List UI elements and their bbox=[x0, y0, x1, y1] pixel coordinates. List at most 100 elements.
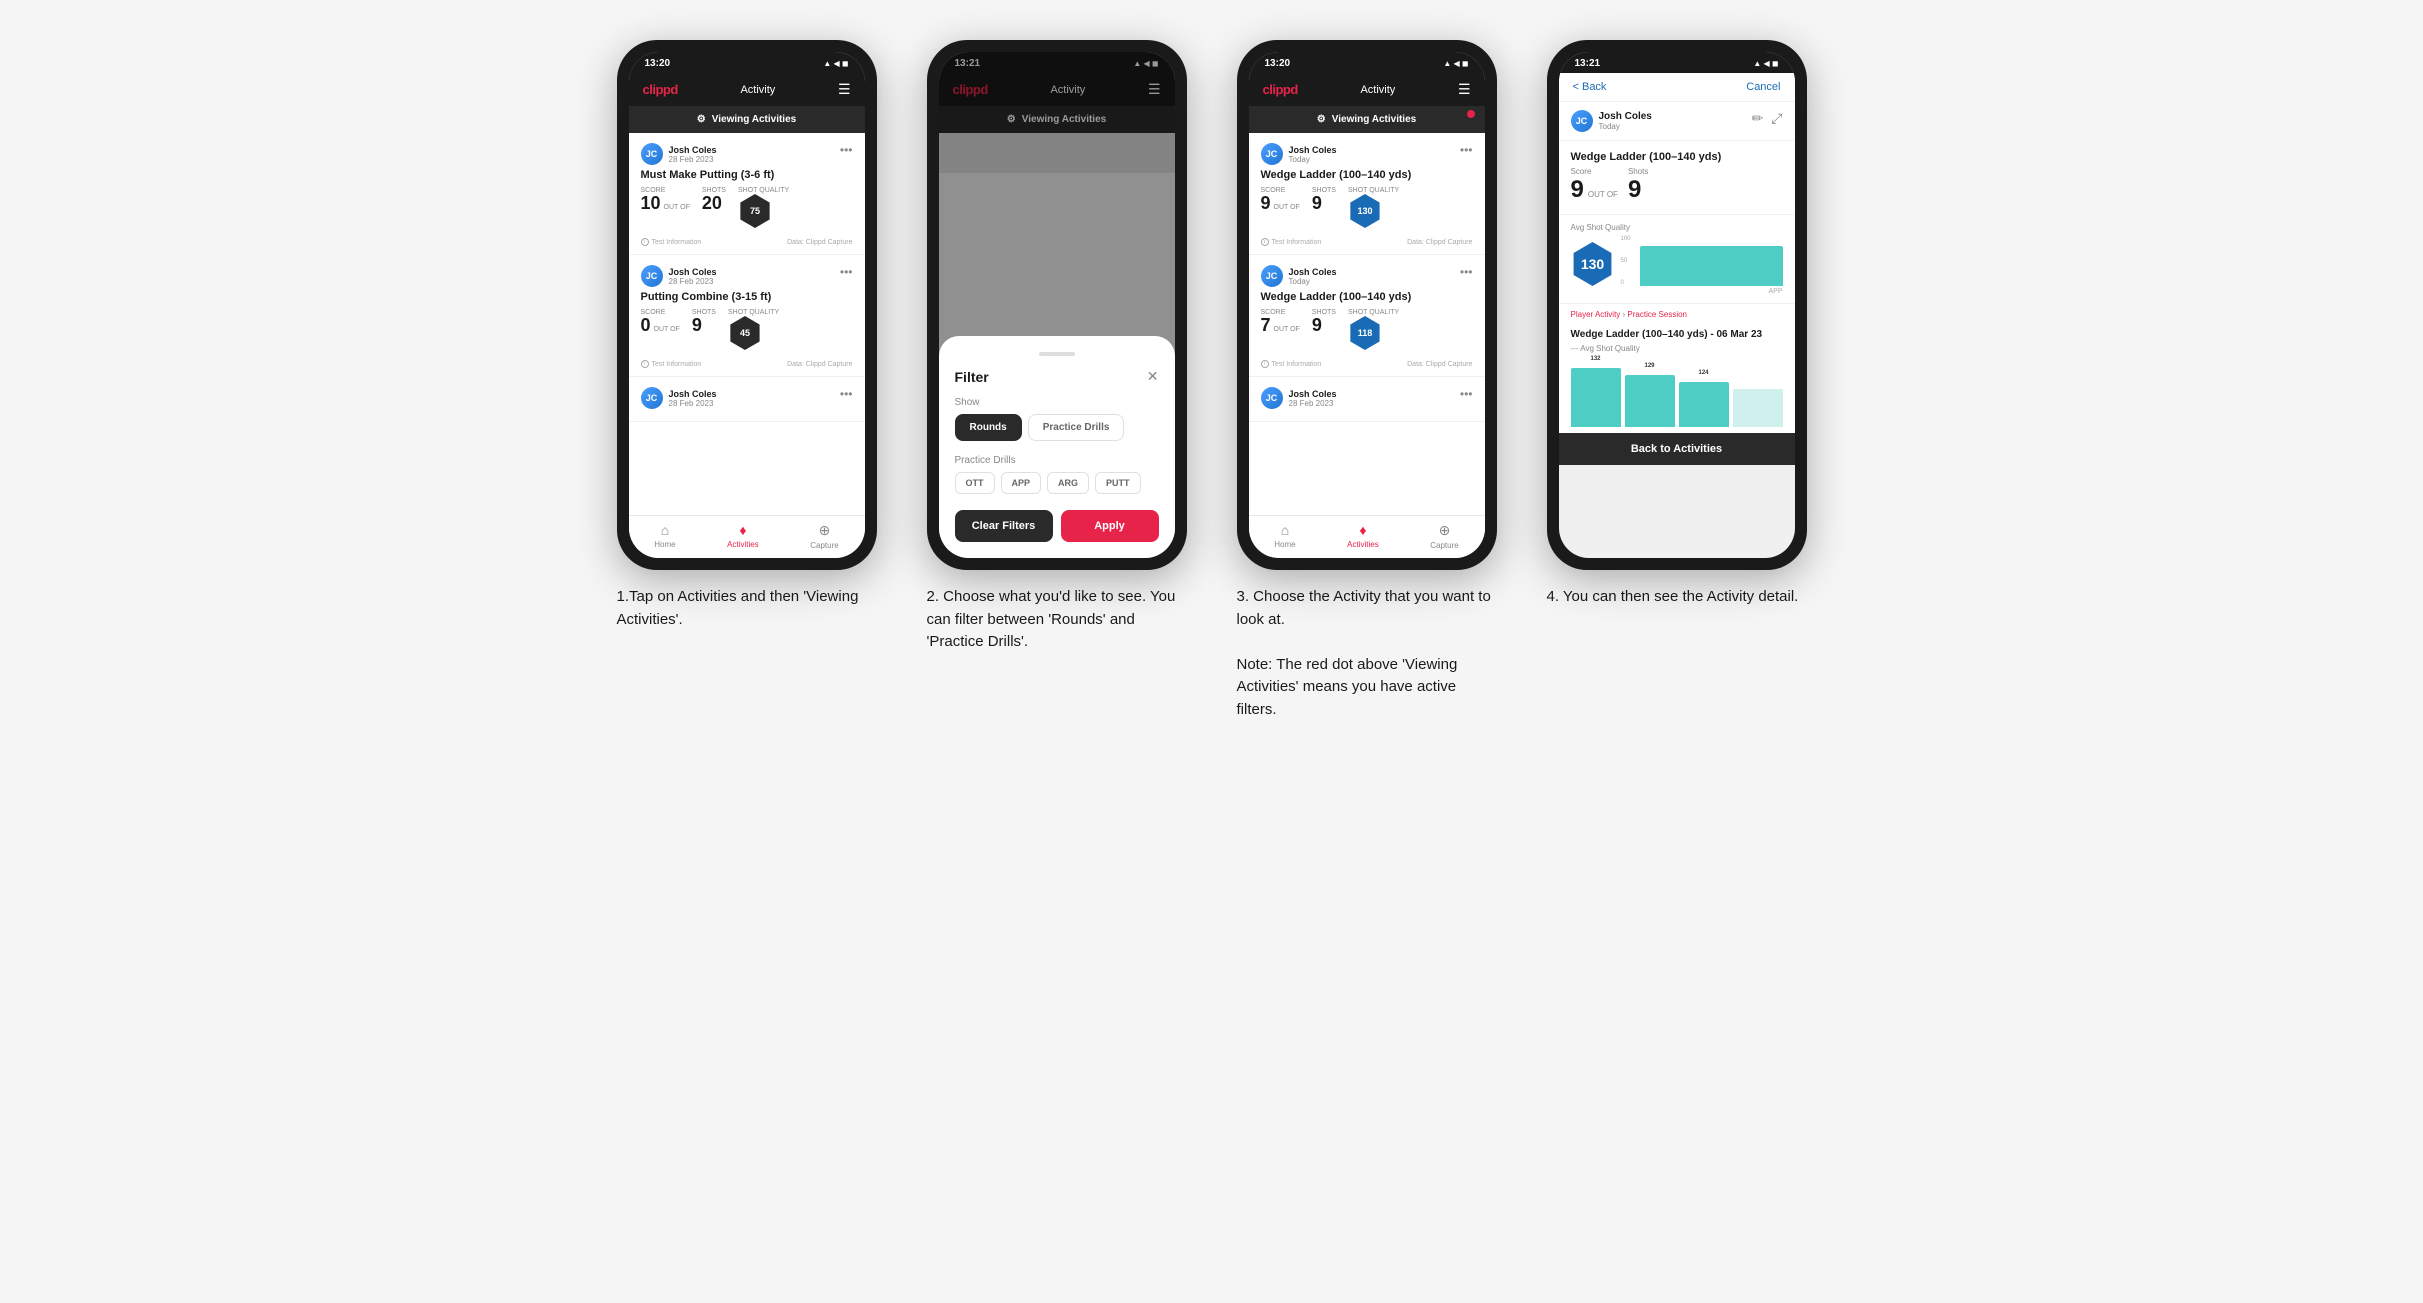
edit-icon-4[interactable]: ✏ bbox=[1752, 110, 1764, 127]
bar-chart-full-4: 132 129 124 bbox=[1571, 357, 1783, 427]
activity-card-1-2[interactable]: JC Josh Coles 28 Feb 2023 ••• Putting Co… bbox=[629, 255, 865, 377]
modal-overlay-2: Filter ✕ Show Rounds Practice Drills Pra… bbox=[939, 52, 1175, 558]
avatar-1-3: JC bbox=[641, 387, 663, 409]
chip-app-2[interactable]: APP bbox=[1001, 472, 1042, 494]
caption-3: 3. Choose the Activity that you want to … bbox=[1237, 586, 1497, 721]
viewing-activities-bar-1[interactable]: ⚙ Viewing Activities bbox=[629, 106, 865, 133]
bottom-nav-activities-1[interactable]: ♦ Activities bbox=[727, 522, 759, 550]
cancel-button-4[interactable]: Cancel bbox=[1746, 81, 1780, 93]
stat-shots-1-1: Shots 20 bbox=[702, 187, 726, 212]
test-info-row-1-1: i Test Information Data: Clippd Capture bbox=[641, 234, 853, 246]
activities-icon-3: ♦ bbox=[1359, 522, 1366, 538]
screen-content-1: JC Josh Coles 28 Feb 2023 ••• Must Make … bbox=[629, 133, 865, 515]
phone-column-4: 13:21 ▲ ◀ ◼ < Back Cancel JC Josh Coles … bbox=[1537, 40, 1817, 609]
three-dots-3-1[interactable]: ••• bbox=[1460, 143, 1473, 157]
chip-putt-2[interactable]: PUTT bbox=[1095, 472, 1141, 494]
chip-ott-2[interactable]: OTT bbox=[955, 472, 995, 494]
detail-score-value-4: 9 bbox=[1571, 176, 1584, 204]
tab-rounds-2[interactable]: Rounds bbox=[955, 414, 1022, 441]
activities-label-1: Activities bbox=[727, 540, 759, 549]
phone-screen-4: 13:21 ▲ ◀ ◼ < Back Cancel JC Josh Coles … bbox=[1559, 52, 1795, 558]
stat-quality-1-1: Shot Quality 75 bbox=[738, 187, 789, 228]
three-dots-3-3[interactable]: ••• bbox=[1460, 387, 1473, 401]
bottom-nav-1: ⌂ Home ♦ Activities ⊕ Capture bbox=[629, 515, 865, 558]
clear-filters-button-2[interactable]: Clear Filters bbox=[955, 510, 1053, 542]
avatar-3-1: JC bbox=[1261, 143, 1283, 165]
bottom-nav-home-3[interactable]: ⌂ Home bbox=[1274, 522, 1295, 550]
nav-title-3: Activity bbox=[1360, 84, 1395, 96]
modal-close-2[interactable]: ✕ bbox=[1147, 368, 1159, 385]
user-row-1-3: JC Josh Coles 28 Feb 2023 bbox=[641, 387, 717, 409]
three-dots-3-2[interactable]: ••• bbox=[1460, 265, 1473, 279]
bottom-nav-home-1[interactable]: ⌂ Home bbox=[654, 522, 675, 550]
modal-title-2: Filter bbox=[955, 369, 989, 385]
activity-card-3-1[interactable]: JC Josh Coles Today ••• Wedge Ladder (10… bbox=[1249, 133, 1485, 255]
user-row-1-2: JC Josh Coles 28 Feb 2023 bbox=[641, 265, 717, 287]
capture-label-1: Capture bbox=[810, 541, 838, 550]
activity-card-1-3[interactable]: JC Josh Coles 28 Feb 2023 ••• bbox=[629, 377, 865, 422]
detail-drill-title-4: Wedge Ladder (100–140 yds) bbox=[1571, 151, 1783, 163]
bottom-nav-activities-3[interactable]: ♦ Activities bbox=[1347, 522, 1379, 550]
stats-row-1-1: Score 10 OUT OF Shots 20 bbox=[641, 187, 853, 228]
bottom-nav-capture-3[interactable]: ⊕ Capture bbox=[1430, 522, 1458, 550]
expand-icon-4[interactable]: ⤢ bbox=[1771, 110, 1782, 127]
bar-4-1: 132 bbox=[1571, 368, 1621, 428]
session-label-4: Player Activity › Practice Session bbox=[1559, 304, 1795, 321]
notch-4 bbox=[1637, 52, 1717, 70]
activity-card-3-2[interactable]: JC Josh Coles Today ••• Wedge Ladder (10… bbox=[1249, 255, 1485, 377]
detail-user-date-4: Today bbox=[1599, 122, 1652, 131]
show-label-2: Show bbox=[955, 397, 1159, 408]
activity-avg-label-4: --- Avg Shot Quality bbox=[1571, 344, 1783, 353]
nav-menu-1[interactable]: ☰ bbox=[838, 81, 851, 98]
back-button-4[interactable]: < Back bbox=[1573, 81, 1607, 93]
notch-1 bbox=[707, 52, 787, 70]
phone-column-1: 13:20 ▲ ◀ ◼ clippd Activity ☰ ⚙ Viewing … bbox=[607, 40, 887, 631]
three-dots-1-1[interactable]: ••• bbox=[840, 143, 853, 157]
apply-button-2[interactable]: Apply bbox=[1061, 510, 1159, 542]
user-row-1-1: JC Josh Coles 28 Feb 2023 bbox=[641, 143, 717, 165]
chip-arg-2[interactable]: ARG bbox=[1047, 472, 1089, 494]
bar-4-3: 124 bbox=[1679, 382, 1729, 428]
stats-row-1-2: Score 0 OUT OF Shots 9 bbox=[641, 309, 853, 350]
modal-actions-2: Clear Filters Apply bbox=[955, 510, 1159, 542]
quality-hex-1-1: 75 bbox=[738, 194, 772, 228]
nav-menu-3[interactable]: ☰ bbox=[1458, 81, 1471, 98]
detail-actions-4: ✏ ⤢ bbox=[1752, 110, 1783, 127]
activity-card-3-3[interactable]: JC Josh Coles 28 Feb 2023 ••• bbox=[1249, 377, 1485, 422]
capture-icon-1: ⊕ bbox=[819, 522, 831, 539]
bottom-nav-3: ⌂ Home ♦ Activities ⊕ Capture bbox=[1249, 515, 1485, 558]
time-4: 13:21 bbox=[1575, 58, 1601, 69]
bar-chart-mini-4 bbox=[1640, 236, 1783, 286]
phone-frame-2: 13:21 ▲ ◀ ◼ clippd Activity ☰ ⚙ Viewing … bbox=[927, 40, 1187, 570]
activity-card-1-1[interactable]: JC Josh Coles 28 Feb 2023 ••• Must Make … bbox=[629, 133, 865, 255]
stat-shots-value-1-1: 20 bbox=[702, 194, 726, 212]
data-source-1-1: Data: Clippd Capture bbox=[787, 239, 852, 246]
home-icon-3: ⌂ bbox=[1281, 522, 1289, 538]
three-dots-1-3[interactable]: ••• bbox=[840, 387, 853, 401]
quality-hex-3-2: 118 bbox=[1348, 316, 1382, 350]
user-date-1-1: 28 Feb 2023 bbox=[669, 155, 717, 164]
phone-column-2: 13:21 ▲ ◀ ◼ clippd Activity ☰ ⚙ Viewing … bbox=[917, 40, 1197, 654]
user-info-1-3: Josh Coles 28 Feb 2023 bbox=[669, 389, 717, 408]
modal-handle-2 bbox=[1039, 352, 1075, 356]
back-to-activities-button-4[interactable]: Back to Activities bbox=[1559, 433, 1795, 465]
avatar-1-1: JC bbox=[641, 143, 663, 165]
bar-4-2: 129 bbox=[1625, 375, 1675, 428]
screen-content-3: JC Josh Coles Today ••• Wedge Ladder (10… bbox=[1249, 133, 1485, 515]
nav-logo-3: clippd bbox=[1263, 82, 1298, 97]
home-label-3: Home bbox=[1274, 540, 1295, 549]
hex-value-4: 130 bbox=[1571, 242, 1615, 286]
filter-icon-3: ⚙ bbox=[1317, 114, 1326, 125]
stat-quality-1-2: Shot Quality 45 bbox=[728, 309, 779, 350]
bottom-nav-capture-1[interactable]: ⊕ Capture bbox=[810, 522, 838, 550]
three-dots-1-2[interactable]: ••• bbox=[840, 265, 853, 279]
nav-bar-1: clippd Activity ☰ bbox=[629, 73, 865, 106]
detail-section-4: Wedge Ladder (100–140 yds) Score 9 OUT O… bbox=[1559, 141, 1795, 215]
viewing-activities-bar-3[interactable]: ⚙ Viewing Activities bbox=[1249, 106, 1485, 133]
avatar-3-2: JC bbox=[1261, 265, 1283, 287]
tab-practice-drills-2[interactable]: Practice Drills bbox=[1028, 414, 1125, 441]
test-info-row-1-2: i Test Information Data: Clippd Capture bbox=[641, 356, 853, 368]
filter-icon-1: ⚙ bbox=[697, 114, 706, 125]
detail-header-4: < Back Cancel bbox=[1559, 73, 1795, 102]
bar-4-4 bbox=[1733, 389, 1783, 428]
